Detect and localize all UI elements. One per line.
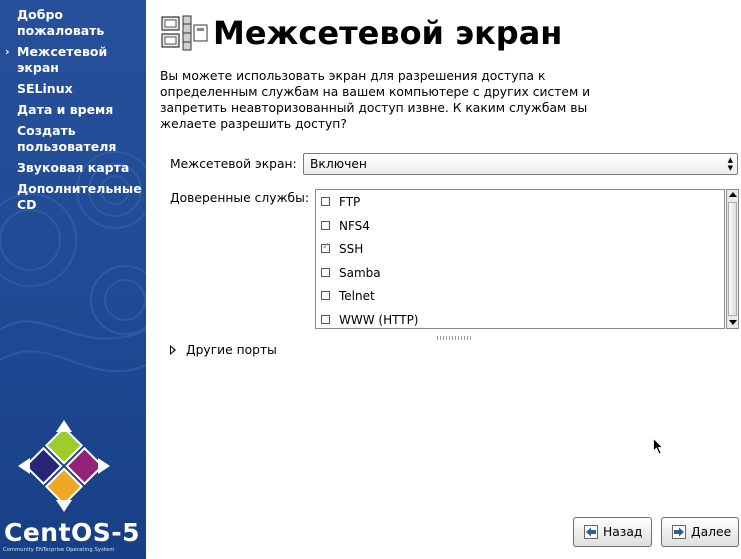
next-button[interactable]: Далее: [661, 517, 739, 547]
scroll-up-icon[interactable]: [729, 192, 737, 197]
trusted-services-list[interactable]: FTP NFS4 SSH Samba Telnet WWW (HTTP): [315, 189, 725, 329]
firewall-select-value: Включен: [310, 157, 367, 171]
current-step-marker-icon: ›: [5, 45, 10, 58]
sidebar-step: SELinux: [0, 80, 146, 101]
service-checkbox[interactable]: [321, 220, 330, 230]
service-name: Telnet: [339, 289, 375, 303]
other-ports-label: Другие порты: [186, 343, 277, 357]
service-name: Samba: [339, 265, 381, 280]
service-row[interactable]: SSH: [316, 239, 724, 261]
sidebar-step: Дата и время: [0, 101, 146, 122]
firewall-icon: [161, 15, 208, 51]
brand-tagline: Community ENTerprise Operating System: [3, 547, 115, 553]
next-button-label: Далее: [691, 525, 732, 539]
service-checkbox[interactable]: [321, 314, 330, 324]
service-checkbox[interactable]: [321, 241, 330, 253]
centos-logo-icon: [18, 420, 110, 512]
arrow-left-icon: [584, 525, 598, 539]
service-row[interactable]: WWW (HTTP): [316, 310, 724, 329]
service-row[interactable]: Telnet: [316, 286, 724, 308]
service-row[interactable]: FTP: [316, 192, 724, 214]
steps-list: Добро пожаловать › Межсетевой экран SELinux…: [0, 6, 146, 217]
page-description: Вы можете использовать экран для разреше…: [160, 69, 591, 131]
resize-grip[interactable]: [437, 336, 473, 340]
sidebar-step: Создать пользователя: [0, 122, 146, 159]
brand-name: CentOS-5: [4, 518, 141, 547]
sidebar-step-label: SELinux: [17, 81, 73, 96]
service-name: NFS4: [339, 218, 370, 233]
sidebar-step-label: Межсетевой экран: [17, 44, 108, 75]
firewall-select[interactable]: Включен ▲ ▼: [303, 153, 738, 175]
service-row[interactable]: NFS4: [316, 216, 724, 238]
service-checkbox[interactable]: [321, 267, 330, 277]
page-title: Межсетевой экран: [213, 14, 563, 52]
service-name: WWW (HTTP): [339, 312, 419, 327]
sidebar-step: Звуковая карта: [0, 159, 146, 180]
expander-triangle-icon: [170, 345, 176, 355]
centos-brand: CentOS-5 Community ENTerprise Operating …: [0, 418, 146, 559]
scroll-down-icon[interactable]: [729, 320, 737, 325]
sidebar-step-label: Дата и время: [17, 102, 114, 117]
sidebar-step-label: Дополнительные CD: [17, 181, 142, 212]
back-button-label: Назад: [603, 525, 643, 539]
updown-arrows-icon: ▲ ▼: [727, 156, 733, 172]
sidebar-step-label: Добро пожаловать: [17, 7, 105, 38]
service-row[interactable]: Samba: [316, 263, 724, 285]
service-checkbox[interactable]: [321, 197, 330, 206]
sidebar-step: Добро пожаловать: [0, 6, 146, 43]
trusted-services-label: Доверенные службы:: [170, 191, 309, 205]
sidebar-step-label: Создать пользователя: [17, 123, 117, 154]
scrollbar-thumb[interactable]: [728, 202, 737, 316]
service-name: FTP: [339, 195, 361, 209]
service-name: SSH: [339, 242, 364, 256]
service-checkbox[interactable]: [321, 291, 330, 300]
firewall-label: Межсетевой экран:: [170, 157, 297, 171]
mouse-pointer-icon: [653, 438, 663, 455]
services-scrollbar[interactable]: [726, 189, 739, 329]
back-button[interactable]: Назад: [573, 517, 652, 547]
sidebar-step: › Межсетевой экран: [0, 43, 146, 80]
sidebar: Добро пожаловать › Межсетевой экран SELinux…: [0, 0, 146, 559]
sidebar-step: Дополнительные CD: [0, 180, 146, 217]
arrow-right-icon: [672, 525, 686, 539]
sidebar-step-label: Звуковая карта: [17, 160, 130, 175]
